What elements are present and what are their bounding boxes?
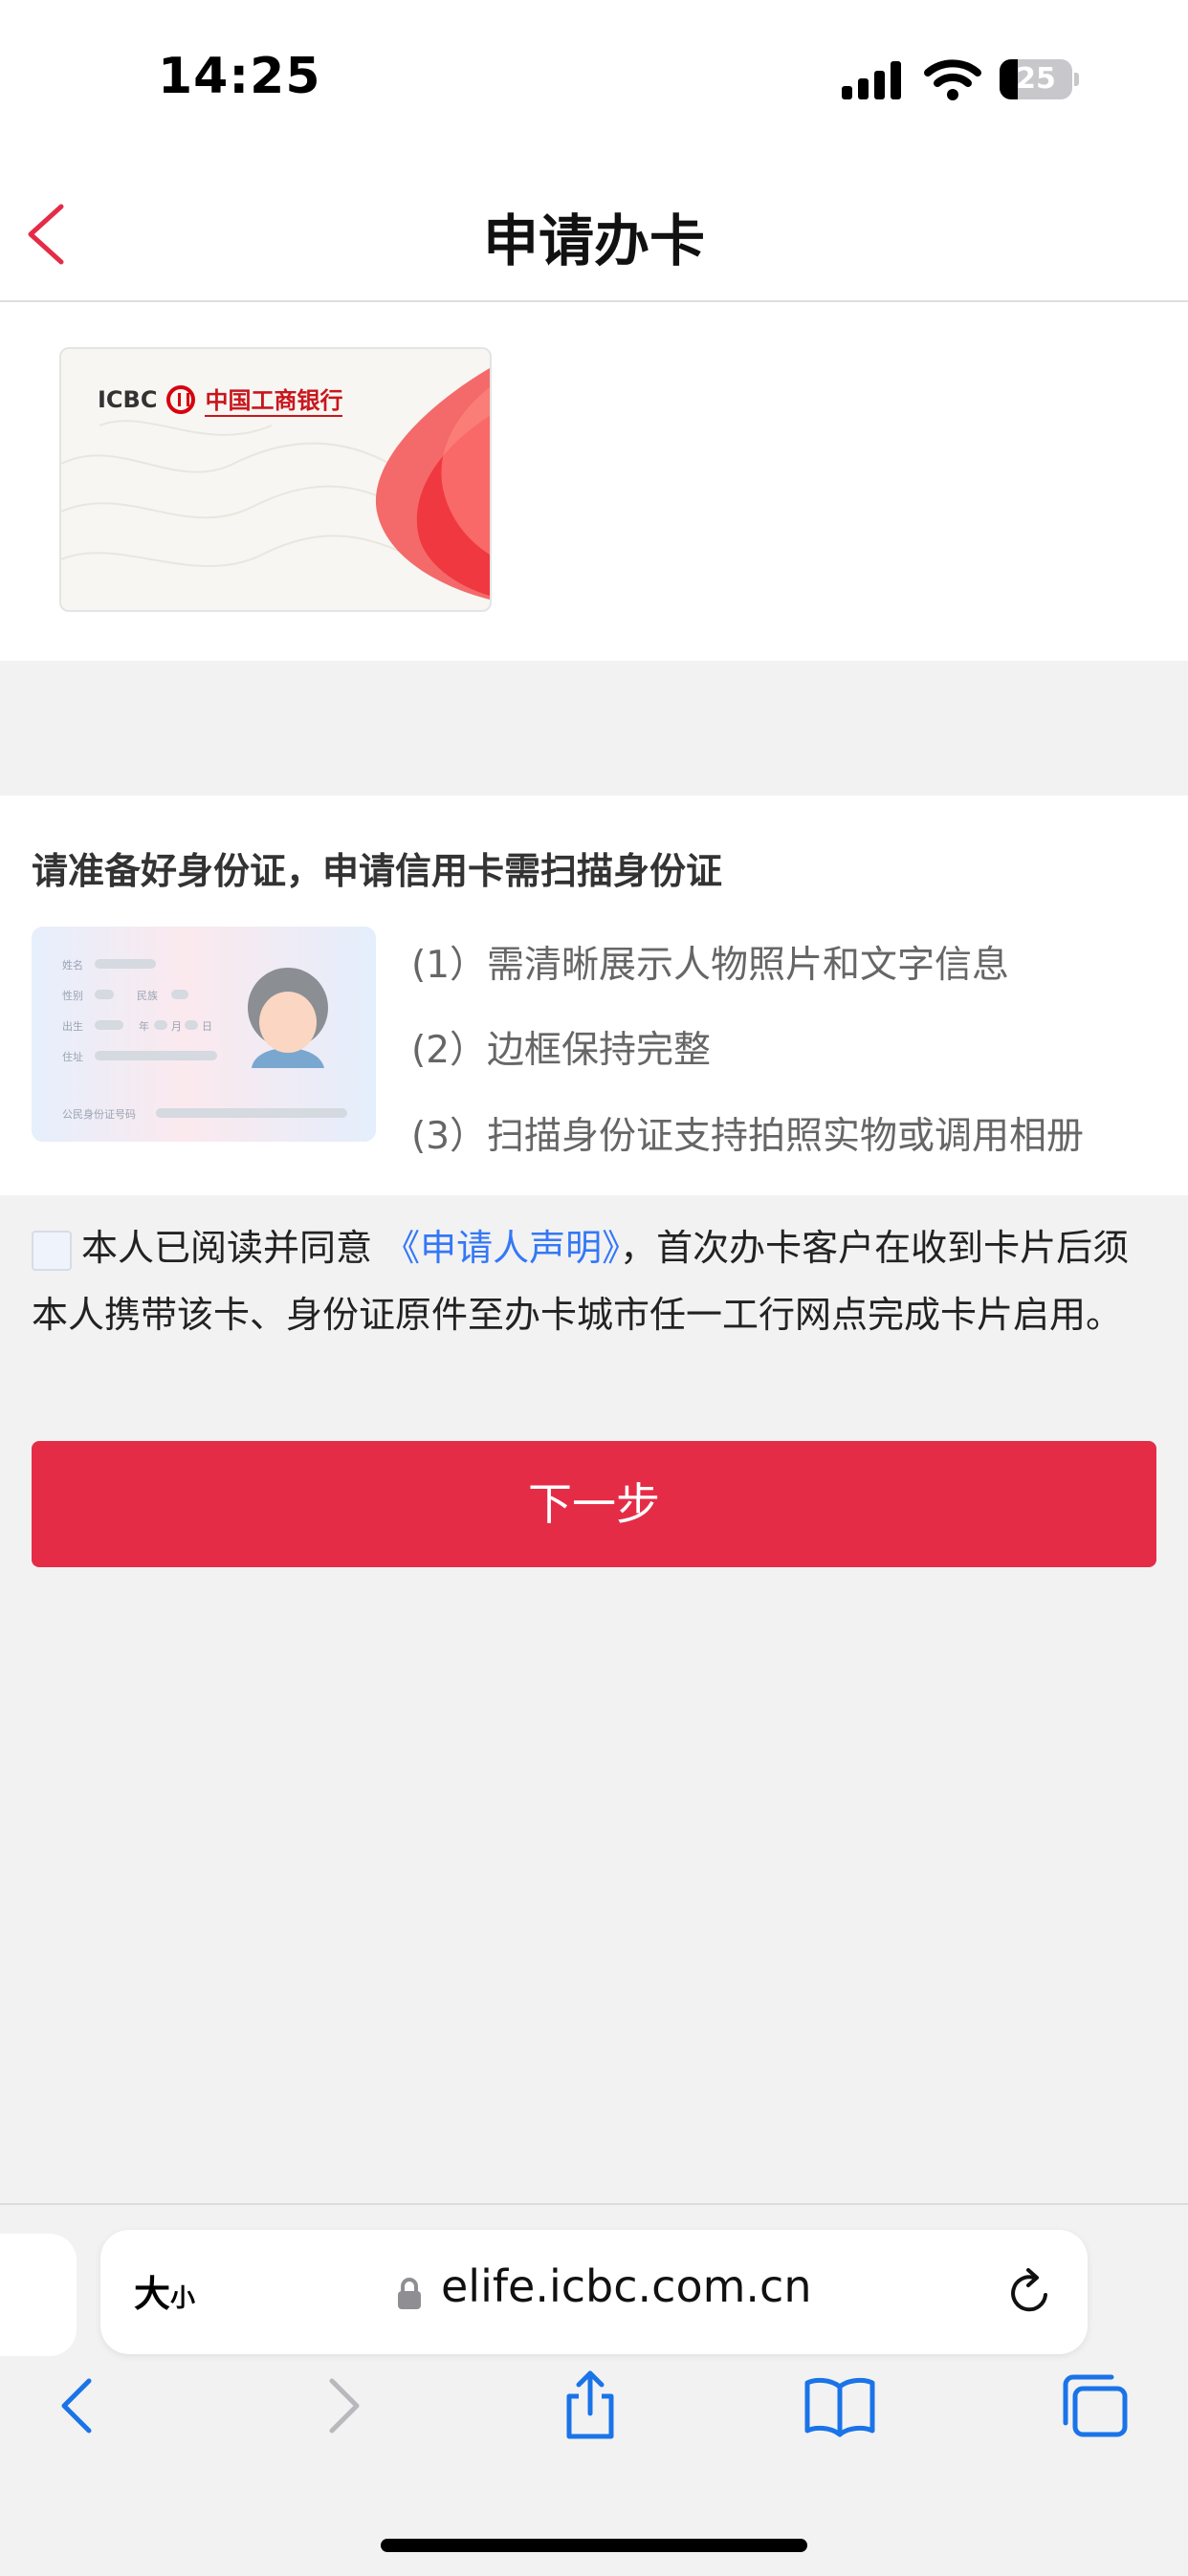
lock-icon [398, 2278, 421, 2309]
text-size-big: 大 [134, 2273, 171, 2315]
page-title: 申请办卡 [482, 208, 705, 273]
instructions-heading: 请准备好身份证，申请信用卡需扫描身份证 [32, 850, 723, 892]
agreement-section: 本人已阅读并同意 《申请人声明》，首次办卡客户在收到卡片后须本人携带该卡、身份证… [0, 1195, 1188, 1434]
url-text: elife.icbc.com.cn [441, 2260, 812, 2312]
address-bar[interactable]: 大小 elife.icbc.com.cn [100, 2230, 1088, 2354]
applicant-statement-link[interactable]: 《申请人声明》 [384, 1227, 620, 1269]
id-label-address: 住址 [62, 1051, 83, 1063]
text-size-button[interactable]: 大小 [134, 2264, 195, 2317]
back-icon[interactable] [43, 2369, 120, 2442]
instruction-tip-2: (2）边框保持完整 [411, 1029, 712, 1072]
id-label-gender: 性别 [62, 990, 83, 1002]
id-label-number: 公民身份证号码 [62, 1108, 136, 1121]
card-brand-cn: 中国工商银行 [205, 382, 343, 417]
tabs-icon[interactable] [1056, 2369, 1133, 2442]
cellular-signal-icon [842, 61, 905, 99]
id-label-day: 日 [202, 1020, 212, 1033]
battery-percent: 25 [1016, 62, 1056, 96]
id-label-name: 姓名 [62, 959, 83, 971]
id-label-year: 年 [139, 1020, 149, 1033]
card-section: ICBC 中国工商银行 [0, 302, 1188, 661]
agreement-text: 本人已阅读并同意 《申请人声明》，首次办卡客户在收到卡片后须本人携带该卡、身份证… [32, 1214, 1160, 1348]
card-brand: ICBC 中国工商银行 [98, 382, 343, 417]
status-bar: 14:25 25 [0, 0, 1188, 158]
instruction-tip-1: (1）需清晰展示人物照片和文字信息 [411, 944, 1010, 987]
instruction-tip-3: (3）扫描身份证支持拍照实物或调用相册 [411, 1115, 1085, 1158]
id-label-month: 月 [171, 1020, 182, 1033]
credit-card-image: ICBC 中国工商银行 [59, 347, 492, 612]
section-gap [0, 661, 1188, 796]
home-indicator [381, 2539, 807, 2552]
share-icon[interactable] [552, 2369, 628, 2442]
reload-icon[interactable] [1003, 2266, 1057, 2320]
previous-tab-preview[interactable] [0, 2234, 77, 2356]
next-step-button[interactable]: 下一步 [32, 1441, 1156, 1567]
browser-bottom-bar: 大小 elife.icbc.com.cn [0, 2203, 1188, 2576]
bookmarks-icon[interactable] [802, 2369, 878, 2442]
id-label-birth: 出生 [62, 1020, 83, 1033]
card-brand-en: ICBC [98, 385, 158, 413]
wifi-icon [924, 59, 981, 100]
agreement-prefix: 本人已阅读并同意 [81, 1227, 373, 1269]
id-card-instructions: 请准备好身份证，申请信用卡需扫描身份证 姓名 性别 民族 出生 年 月 日 住址… [0, 796, 1188, 1195]
battery-icon: 25 [1000, 59, 1079, 99]
nav-bar: 申请办卡 [0, 158, 1188, 302]
status-time: 14:25 [158, 48, 321, 105]
id-card-illustration: 姓名 性别 民族 出生 年 月 日 住址 公民身份证号码 [32, 927, 376, 1142]
forward-icon[interactable] [301, 2369, 378, 2442]
id-label-ethnicity: 民族 [137, 990, 158, 1002]
icbc-logo-icon [166, 384, 196, 414]
text-size-small: 小 [170, 2284, 196, 2313]
